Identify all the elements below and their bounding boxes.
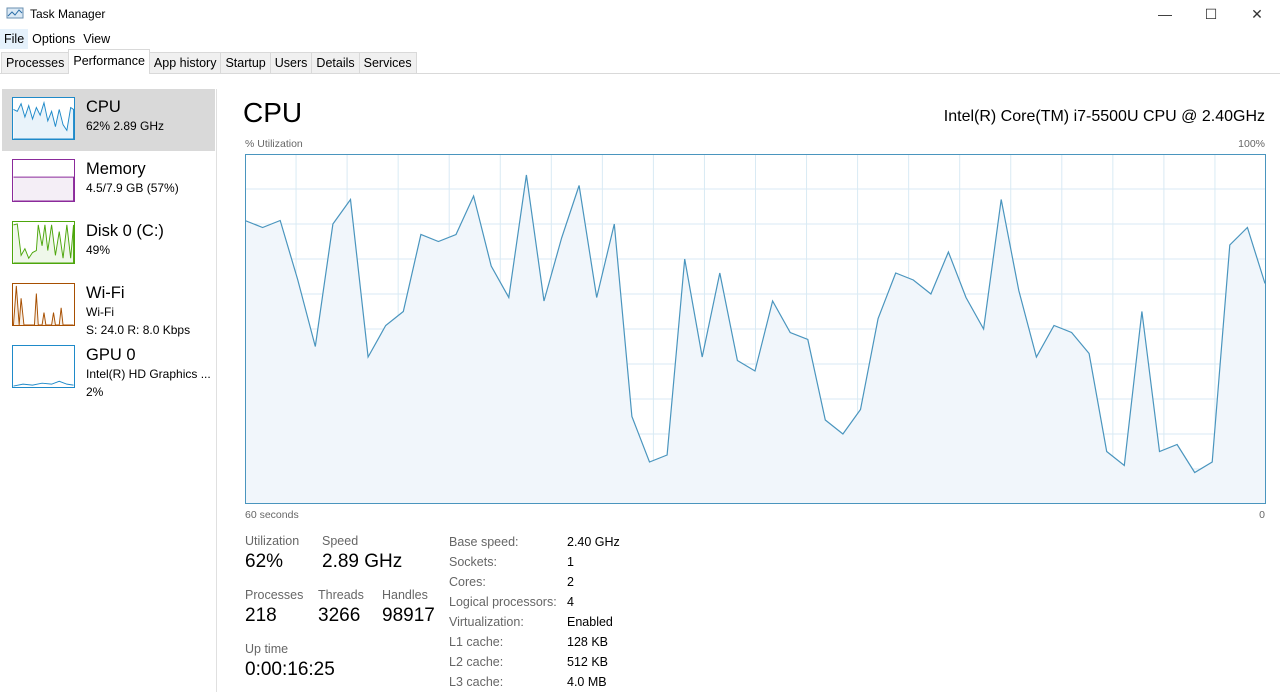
sidebar-cpu-name: CPU bbox=[86, 98, 121, 116]
menu-view[interactable]: View bbox=[79, 29, 114, 49]
stat-threads: Threads 3266 bbox=[318, 588, 364, 626]
page-title: CPU bbox=[243, 97, 303, 128]
x-axis-left-label: 60 seconds bbox=[245, 509, 299, 521]
stat-handles: Handles 98917 bbox=[382, 588, 435, 626]
sidebar-gpu-name: GPU 0 bbox=[86, 346, 136, 364]
sidebar-item-wifi[interactable]: Wi-Fi Wi-Fi S: 24.0 R: 8.0 Kbps bbox=[0, 275, 216, 337]
detail-row: L3 cache: 4.0 MB bbox=[449, 672, 620, 692]
stat-utilization: Utilization 62% bbox=[245, 534, 300, 572]
menu-file[interactable]: File bbox=[0, 29, 29, 49]
sidebar-gpu-value: 2% bbox=[86, 385, 104, 399]
stat-uptime: Up time 0:00:16:25 bbox=[245, 642, 335, 680]
sidebar-disk-value: 49% bbox=[86, 243, 111, 257]
cpu-model-name: Intel(R) Core(TM) i7-5500U CPU @ 2.40GHz bbox=[943, 108, 1265, 125]
sidebar-item-cpu[interactable]: CPU 62% 2.89 GHz bbox=[2, 89, 215, 151]
minimize-button[interactable]: — bbox=[1142, 0, 1188, 28]
detail-key: L1 cache: bbox=[449, 635, 504, 649]
detail-key: Base speed: bbox=[449, 535, 519, 549]
detail-key: L2 cache: bbox=[449, 655, 504, 669]
resource-sidebar: CPU 62% 2.89 GHz Memory 4.5/7.9 GB (57%) D… bbox=[0, 89, 217, 692]
sidebar-memory-value: 4.5/7.9 GB (57%) bbox=[86, 181, 179, 195]
task-manager-icon bbox=[6, 7, 24, 19]
detail-value: 4 bbox=[567, 595, 574, 609]
sidebar-item-disk[interactable]: Disk 0 (C:) 49% bbox=[0, 213, 216, 275]
y-axis-label: % Utilization bbox=[245, 138, 303, 150]
sidebar-gpu-model: Intel(R) HD Graphics ... bbox=[86, 367, 211, 381]
close-button[interactable]: ✕ bbox=[1234, 0, 1280, 28]
sidebar-cpu-value: 62% 2.89 GHz bbox=[86, 119, 165, 133]
tab-processes[interactable]: Processes bbox=[1, 52, 70, 73]
detail-row: Logical processors: 4 bbox=[449, 592, 620, 612]
detail-value: 2 bbox=[567, 575, 574, 589]
detail-row: L2 cache: 512 KB bbox=[449, 652, 620, 672]
x-axis-right-label: 0 bbox=[1259, 509, 1265, 521]
wifi-thumbnail-graph bbox=[12, 283, 75, 326]
menu-options[interactable]: Options bbox=[28, 29, 79, 49]
detail-key: Virtualization: bbox=[449, 615, 524, 629]
detail-value: Enabled bbox=[567, 615, 613, 629]
stat-processes: Processes 218 bbox=[245, 588, 304, 626]
detail-key: Logical processors: bbox=[449, 595, 557, 609]
detail-key: Cores: bbox=[449, 575, 486, 589]
cpu-details-table: Base speed: 2.40 GHz Sockets: 1 Cores: 2 Logic… bbox=[449, 532, 620, 692]
tab-services[interactable]: Services bbox=[358, 52, 417, 73]
detail-key: Sockets: bbox=[449, 555, 497, 569]
detail-value: 128 KB bbox=[567, 635, 609, 649]
tab-details[interactable]: Details bbox=[311, 52, 360, 73]
stat-speed: Speed 2.89 GHz bbox=[322, 534, 403, 572]
cpu-thumbnail-graph bbox=[12, 97, 75, 140]
memory-thumbnail-graph bbox=[12, 159, 75, 202]
detail-row: Cores: 2 bbox=[449, 572, 620, 592]
detail-value: 512 KB bbox=[567, 655, 609, 669]
tab-app-history[interactable]: App history bbox=[148, 52, 222, 73]
tab-startup[interactable]: Startup bbox=[220, 52, 271, 73]
detail-value: 4.0 MB bbox=[567, 675, 607, 689]
disk-thumbnail-graph bbox=[12, 221, 75, 264]
cpu-utilization-graph bbox=[245, 154, 1266, 504]
maximize-button[interactable]: ☐ bbox=[1188, 0, 1234, 28]
sidebar-wifi-name: Wi-Fi bbox=[86, 284, 125, 302]
detail-value: 2.40 GHz bbox=[567, 535, 620, 549]
window-title: Task Manager bbox=[30, 7, 106, 21]
y-axis-max: 100% bbox=[1238, 138, 1265, 150]
tab-users[interactable]: Users bbox=[269, 52, 313, 73]
detail-row: Virtualization: Enabled bbox=[449, 612, 620, 632]
detail-row: L1 cache: 128 KB bbox=[449, 632, 620, 652]
sidebar-item-gpu[interactable]: GPU 0 Intel(R) HD Graphics ... 2% bbox=[0, 337, 216, 399]
detail-value: 1 bbox=[567, 555, 574, 569]
gpu-thumbnail-graph bbox=[12, 345, 75, 388]
tab-bar: Processes Performance App history Startu… bbox=[0, 49, 1280, 74]
detail-row: Sockets: 1 bbox=[449, 552, 620, 572]
menu-bar: File Options View bbox=[0, 28, 1280, 50]
tab-performance[interactable]: Performance bbox=[68, 49, 150, 74]
sidebar-disk-name: Disk 0 (C:) bbox=[86, 222, 164, 240]
title-bar: Task Manager bbox=[0, 0, 1280, 28]
sidebar-wifi-adapter: Wi-Fi bbox=[86, 305, 114, 319]
detail-row: Base speed: 2.40 GHz bbox=[449, 532, 620, 552]
sidebar-memory-name: Memory bbox=[86, 160, 146, 178]
detail-key: L3 cache: bbox=[449, 675, 504, 689]
sidebar-item-memory[interactable]: Memory 4.5/7.9 GB (57%) bbox=[0, 151, 216, 213]
